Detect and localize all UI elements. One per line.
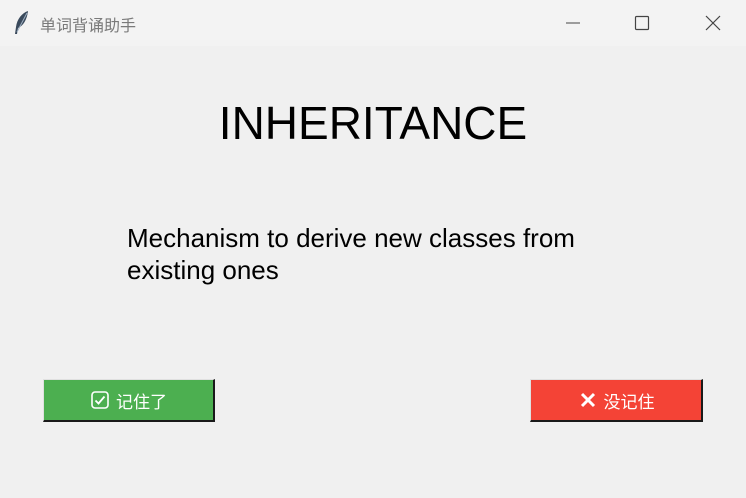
remember-button[interactable]: 记住了 [43,379,215,422]
x-icon [578,390,598,410]
definition-label: Mechanism to derive new classes from exi… [127,223,575,285]
maximize-icon [634,15,650,31]
app-window: 单词背诵助手 INHERITANCE Mechanism to derive n… [0,0,746,498]
maximize-button[interactable] [619,0,665,46]
checkbox-icon [90,390,110,410]
title-bar[interactable]: 单词背诵助手 [0,0,746,46]
close-button[interactable] [690,0,736,46]
feather-icon [13,10,31,36]
forgot-label: 没记住 [603,392,655,413]
close-icon [705,15,721,31]
minimize-icon [566,22,580,24]
word-label: INHERITANCE [218,97,528,149]
forgot-button[interactable]: 没记住 [530,379,703,422]
window-title: 单词背诵助手 [40,16,137,35]
remember-label: 记住了 [116,392,167,413]
minimize-button[interactable] [550,0,596,46]
